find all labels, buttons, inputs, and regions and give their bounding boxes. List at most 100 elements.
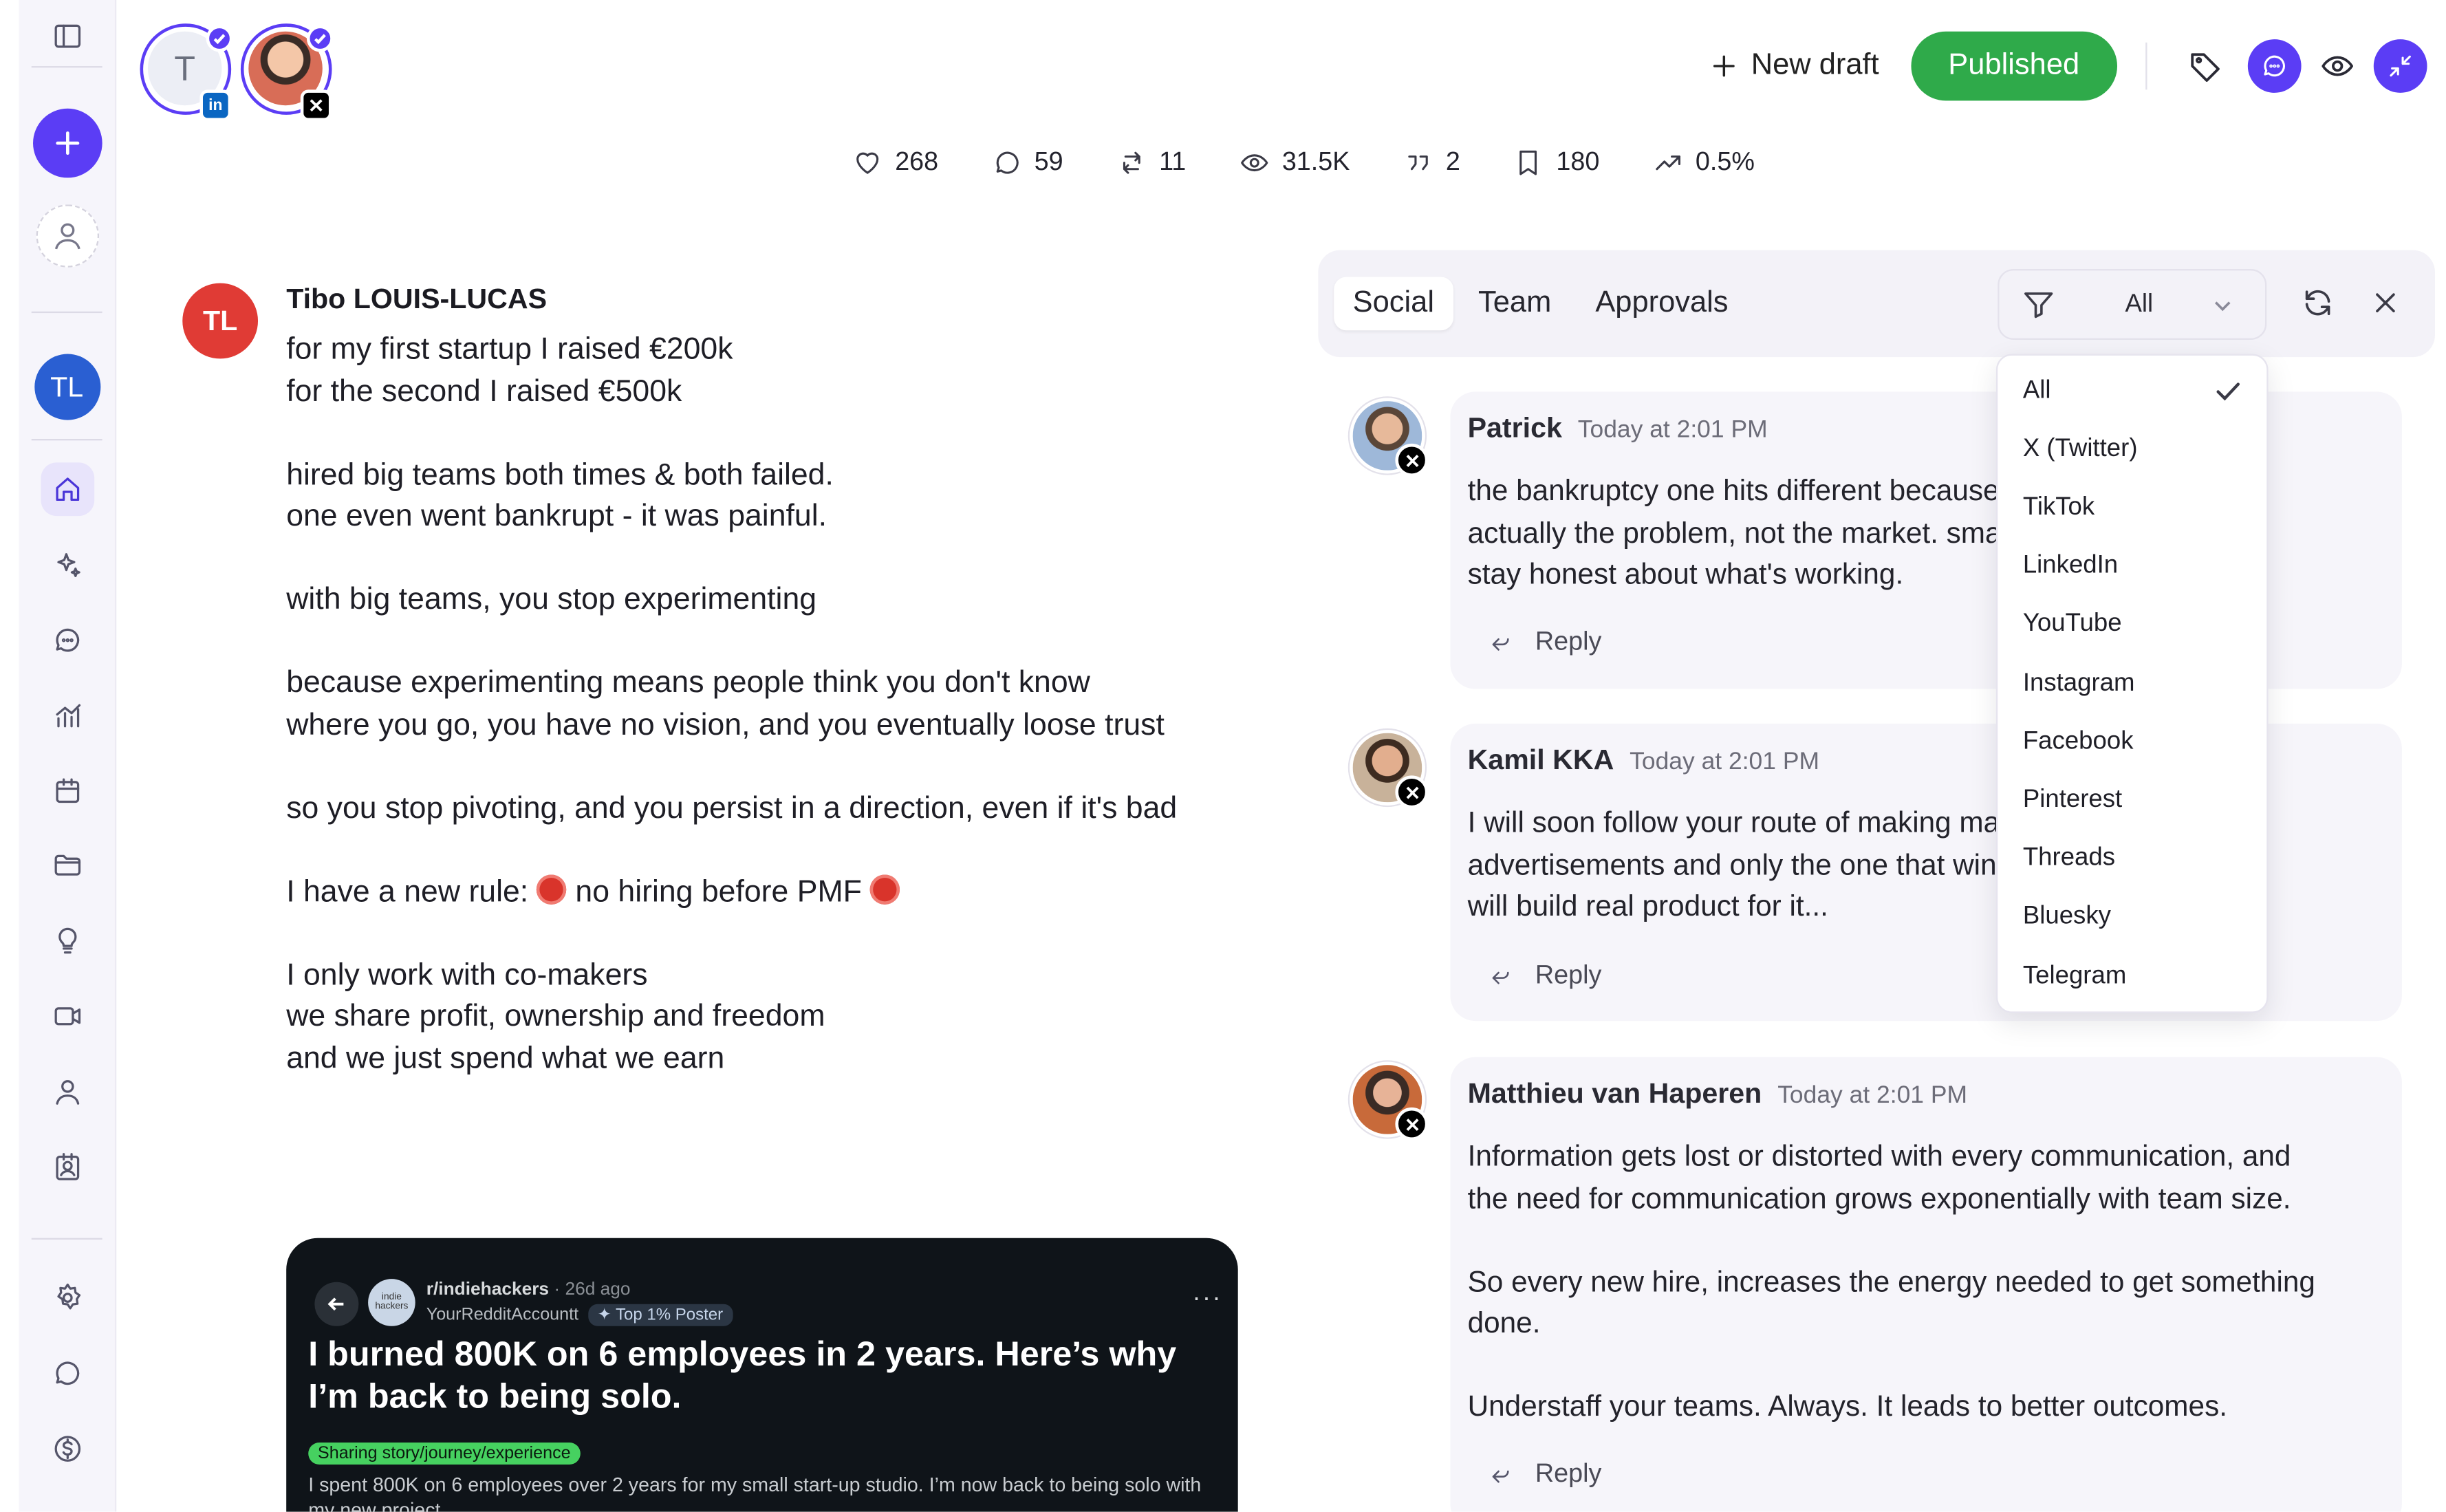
video-icon[interactable] (40, 989, 94, 1043)
folder-icon[interactable] (40, 839, 94, 892)
sidebar-divider (31, 311, 102, 314)
analytics-icon[interactable] (40, 689, 94, 743)
bookmarks-stat: 180 (1514, 148, 1599, 177)
post-age: · 26d ago (554, 1280, 631, 1299)
engagement-rate: 0.5% (1695, 147, 1755, 177)
subreddit-line: r/indiehackers · 26d ago (426, 1280, 631, 1299)
comment-header: Kamil KKA Today at 2:01 PM (1468, 744, 1819, 777)
filter-option-tiktok[interactable]: TikTok (2023, 494, 2095, 522)
chat-icon[interactable] (40, 1347, 94, 1401)
repost-icon (1123, 151, 1140, 174)
refresh-icon[interactable] (2298, 283, 2336, 321)
comment-text: Information gets lost or distorted with … (1468, 1136, 2388, 1469)
post-rule: I have a new rule: no hiring before PMF (286, 871, 1262, 913)
network-filter-select[interactable]: All (1998, 269, 2267, 340)
sidebar-divider (31, 66, 102, 68)
quotes-count: 2 (1445, 147, 1460, 177)
account-avatar-linkedin[interactable]: T in (140, 23, 233, 122)
reddit-account: YourRedditAccountt (426, 1306, 579, 1325)
sidebar-divider (31, 1238, 102, 1240)
messages-icon[interactable] (40, 614, 94, 667)
comment-paragraph: Understaff your teams. Always. It leads … (1468, 1386, 2388, 1428)
filter-option-pinterest[interactable]: Pinterest (2023, 786, 2122, 814)
toggle-sidebar-icon[interactable] (40, 10, 94, 63)
post-line: one even went bankrupt - it was painful. (286, 498, 827, 534)
author-name: Tibo LOUIS-LUCAS (286, 283, 548, 315)
person-icon[interactable] (40, 1065, 94, 1119)
filter-option-youtube[interactable]: YouTube (2023, 610, 2122, 638)
tab-approvals[interactable]: Approvals (1577, 277, 1747, 330)
reply-label: Reply (1535, 961, 1602, 990)
tab-team[interactable]: Team (1460, 277, 1570, 330)
comment-paragraph: Information gets lost or distorted with … (1468, 1136, 2388, 1219)
comments-panel-header: Social Team Approvals All (1318, 250, 2435, 358)
filter-option-all[interactable]: All (2023, 378, 2051, 406)
x-logo-icon (1395, 775, 1429, 809)
filter-option-telegram[interactable]: Telegram (2023, 963, 2127, 991)
account-flair-text: Top 1% Poster (615, 1306, 724, 1325)
filter-option-facebook[interactable]: Facebook (2023, 728, 2134, 757)
sparkles-icon[interactable] (40, 538, 94, 592)
create-button[interactable] (32, 108, 102, 178)
selected-check-icon (306, 25, 334, 52)
reply-arrow-icon (1492, 971, 1509, 984)
billing-icon[interactable] (40, 1422, 94, 1476)
filter-option-x[interactable]: X (Twitter) (2023, 435, 2138, 464)
new-draft-button[interactable]: New draft (1710, 49, 1879, 83)
post-line: I have a new rule: (286, 874, 537, 909)
collapse-icon[interactable] (2373, 39, 2427, 93)
check-icon (2216, 382, 2240, 401)
reposts-count: 11 (1159, 147, 1187, 177)
post-paragraph: so you stop pivoting, and you persist in… (286, 788, 1262, 830)
published-button[interactable]: Published (1910, 31, 2118, 101)
workspace-avatar[interactable]: TL (34, 354, 100, 420)
commenter-name: Patrick (1467, 412, 1562, 444)
filter-value: All (2125, 290, 2154, 317)
settings-icon[interactable] (40, 1271, 94, 1325)
reddit-account-line: YourRedditAccountt ✦ Top 1% Poster (426, 1304, 733, 1326)
reply-button[interactable]: Reply (1488, 627, 1601, 657)
filter-option-instagram[interactable]: Instagram (2023, 670, 2135, 698)
bookmark-icon (1520, 150, 1537, 175)
reply-label: Reply (1535, 627, 1602, 656)
reposts-stat: 11 (1116, 148, 1186, 177)
comment-header: Patrick Today at 2:01 PM (1468, 412, 1768, 445)
commenter-avatar (1350, 730, 1429, 809)
post-line: I only work with co-makers (286, 957, 648, 992)
post-line: so you stop pivoting, and you persist in… (286, 790, 1178, 825)
account-avatar-x[interactable] (240, 23, 334, 122)
filter-option-bluesky[interactable]: Bluesky (2023, 903, 2111, 931)
comment-card: Matthieu van Haperen Today at 2:01 PM Inf… (1450, 1057, 2402, 1512)
calendar-icon[interactable] (40, 764, 94, 818)
eye-icon[interactable] (2310, 39, 2364, 93)
reddit-text: I spent 800K on 6 employees over 2 years… (308, 1473, 1202, 1512)
stop-sign-icon (870, 874, 900, 904)
filter-option-threads[interactable]: Threads (2023, 845, 2115, 873)
tab-social[interactable]: Social (1334, 277, 1453, 331)
contact-card-icon[interactable] (40, 1141, 94, 1194)
linkedin-icon: in (199, 89, 232, 122)
add-profile-icon[interactable] (35, 204, 98, 268)
comment-line: Information gets lost or distorted with … (1467, 1138, 2291, 1172)
lightbulb-icon[interactable] (40, 914, 94, 968)
post-line: we share profit, ownership and freedom (286, 999, 825, 1034)
filter-option-linkedin[interactable]: LinkedIn (2023, 552, 2118, 581)
reply-button[interactable]: Reply (1488, 1460, 1601, 1489)
embedded-reddit-image[interactable]: indie hackers r/indiehackers · 26d ago Y… (286, 1238, 1238, 1512)
reply-button[interactable]: Reply (1488, 961, 1601, 991)
comment-line: Understaff your teams. Always. It leads … (1467, 1389, 2228, 1423)
post-line: where you go, you have no vision, and yo… (286, 706, 1165, 742)
post-line: for my first startup I raised €200k (286, 332, 733, 367)
close-icon[interactable] (2366, 283, 2403, 321)
home-icon[interactable] (40, 462, 94, 517)
comment-line: So every new hire, increases the energy … (1467, 1264, 2315, 1297)
sidebar-divider (31, 439, 102, 441)
more-dots-icon: ··· (1192, 1285, 1222, 1313)
comments-toggle-icon[interactable] (2247, 39, 2302, 93)
network-filter-dropdown: All X (Twitter) TikTok LinkedIn YouTube … (1995, 354, 2269, 1013)
post-paragraph: with big teams, you stop experimenting (286, 579, 1262, 621)
comments-stat: 59 (992, 148, 1063, 177)
tag-icon[interactable] (2178, 39, 2232, 93)
post-line: because experimenting means people think… (286, 665, 1090, 700)
post-paragraph: hired big teams both times & both failed… (286, 454, 1262, 537)
